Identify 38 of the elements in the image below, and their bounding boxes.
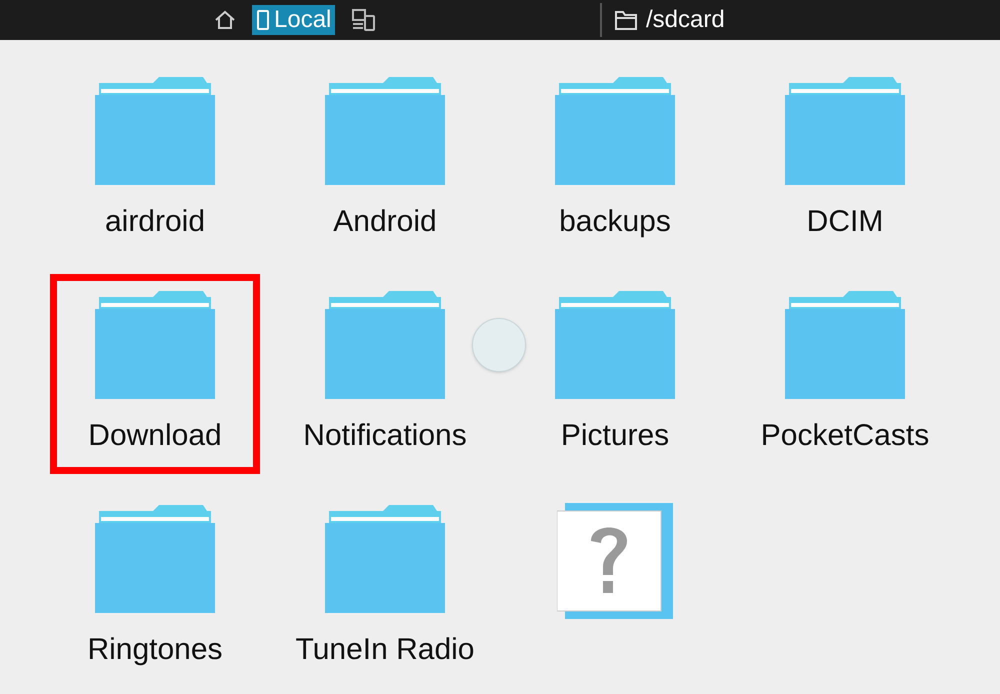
file-name: airdroid	[104, 204, 206, 240]
path-label: /sdcard	[646, 5, 725, 35]
folder-icon	[323, 289, 447, 401]
file-name: DCIM	[806, 204, 884, 240]
folder-icon	[323, 503, 447, 615]
file-name: Download	[88, 418, 222, 454]
file-item[interactable]: Android	[280, 60, 490, 260]
file-item[interactable]: Download	[50, 274, 260, 474]
folder-icon	[783, 289, 907, 401]
file-name: Ringtones	[87, 632, 223, 668]
phone-icon	[256, 9, 270, 31]
file-name: TuneIn Radio	[295, 632, 474, 668]
file-item[interactable]: Ringtones	[50, 488, 260, 688]
file-item[interactable]: Pictures	[510, 274, 720, 474]
folder-icon	[323, 75, 447, 187]
folder-icon	[93, 503, 217, 615]
file-name: Pictures	[560, 418, 670, 454]
file-name: PocketCasts	[760, 418, 930, 454]
file-item[interactable]: TuneIn Radio	[280, 488, 490, 688]
file-name: Android	[333, 204, 437, 240]
devices-icon	[351, 8, 378, 32]
touch-indicator-drawing	[472, 318, 526, 372]
file-item[interactable]: DCIM	[740, 60, 950, 260]
tab[interactable]: Local	[252, 5, 336, 35]
file-name: backups	[559, 204, 671, 240]
folder-icon	[93, 289, 217, 401]
file-item[interactable]: PocketCasts	[740, 274, 950, 474]
folder-icon	[93, 75, 217, 187]
home-icon	[214, 10, 236, 30]
file-item[interactable]: Notifications	[280, 274, 490, 474]
file-item[interactable]: airdroid	[50, 60, 260, 260]
folder-icon	[783, 75, 907, 187]
folder-icon	[553, 75, 677, 187]
file-item[interactable]: backups	[510, 60, 720, 260]
unknown-file-icon	[557, 503, 673, 619]
file-name: Notifications	[303, 418, 467, 454]
folder-outline-icon	[614, 9, 638, 31]
folder-icon	[553, 289, 677, 401]
